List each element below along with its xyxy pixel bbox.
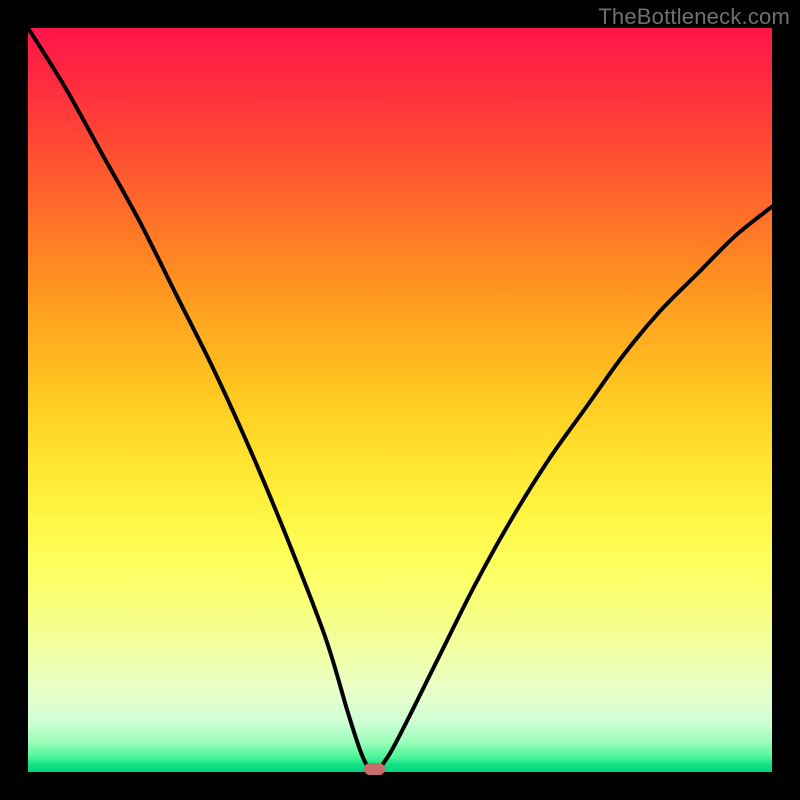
bottleneck-curve bbox=[28, 28, 772, 772]
curve-svg bbox=[28, 28, 772, 772]
watermark-text: TheBottleneck.com bbox=[598, 4, 790, 30]
plot-area bbox=[28, 28, 772, 772]
optimum-marker bbox=[364, 763, 385, 775]
chart-frame: TheBottleneck.com bbox=[0, 0, 800, 800]
